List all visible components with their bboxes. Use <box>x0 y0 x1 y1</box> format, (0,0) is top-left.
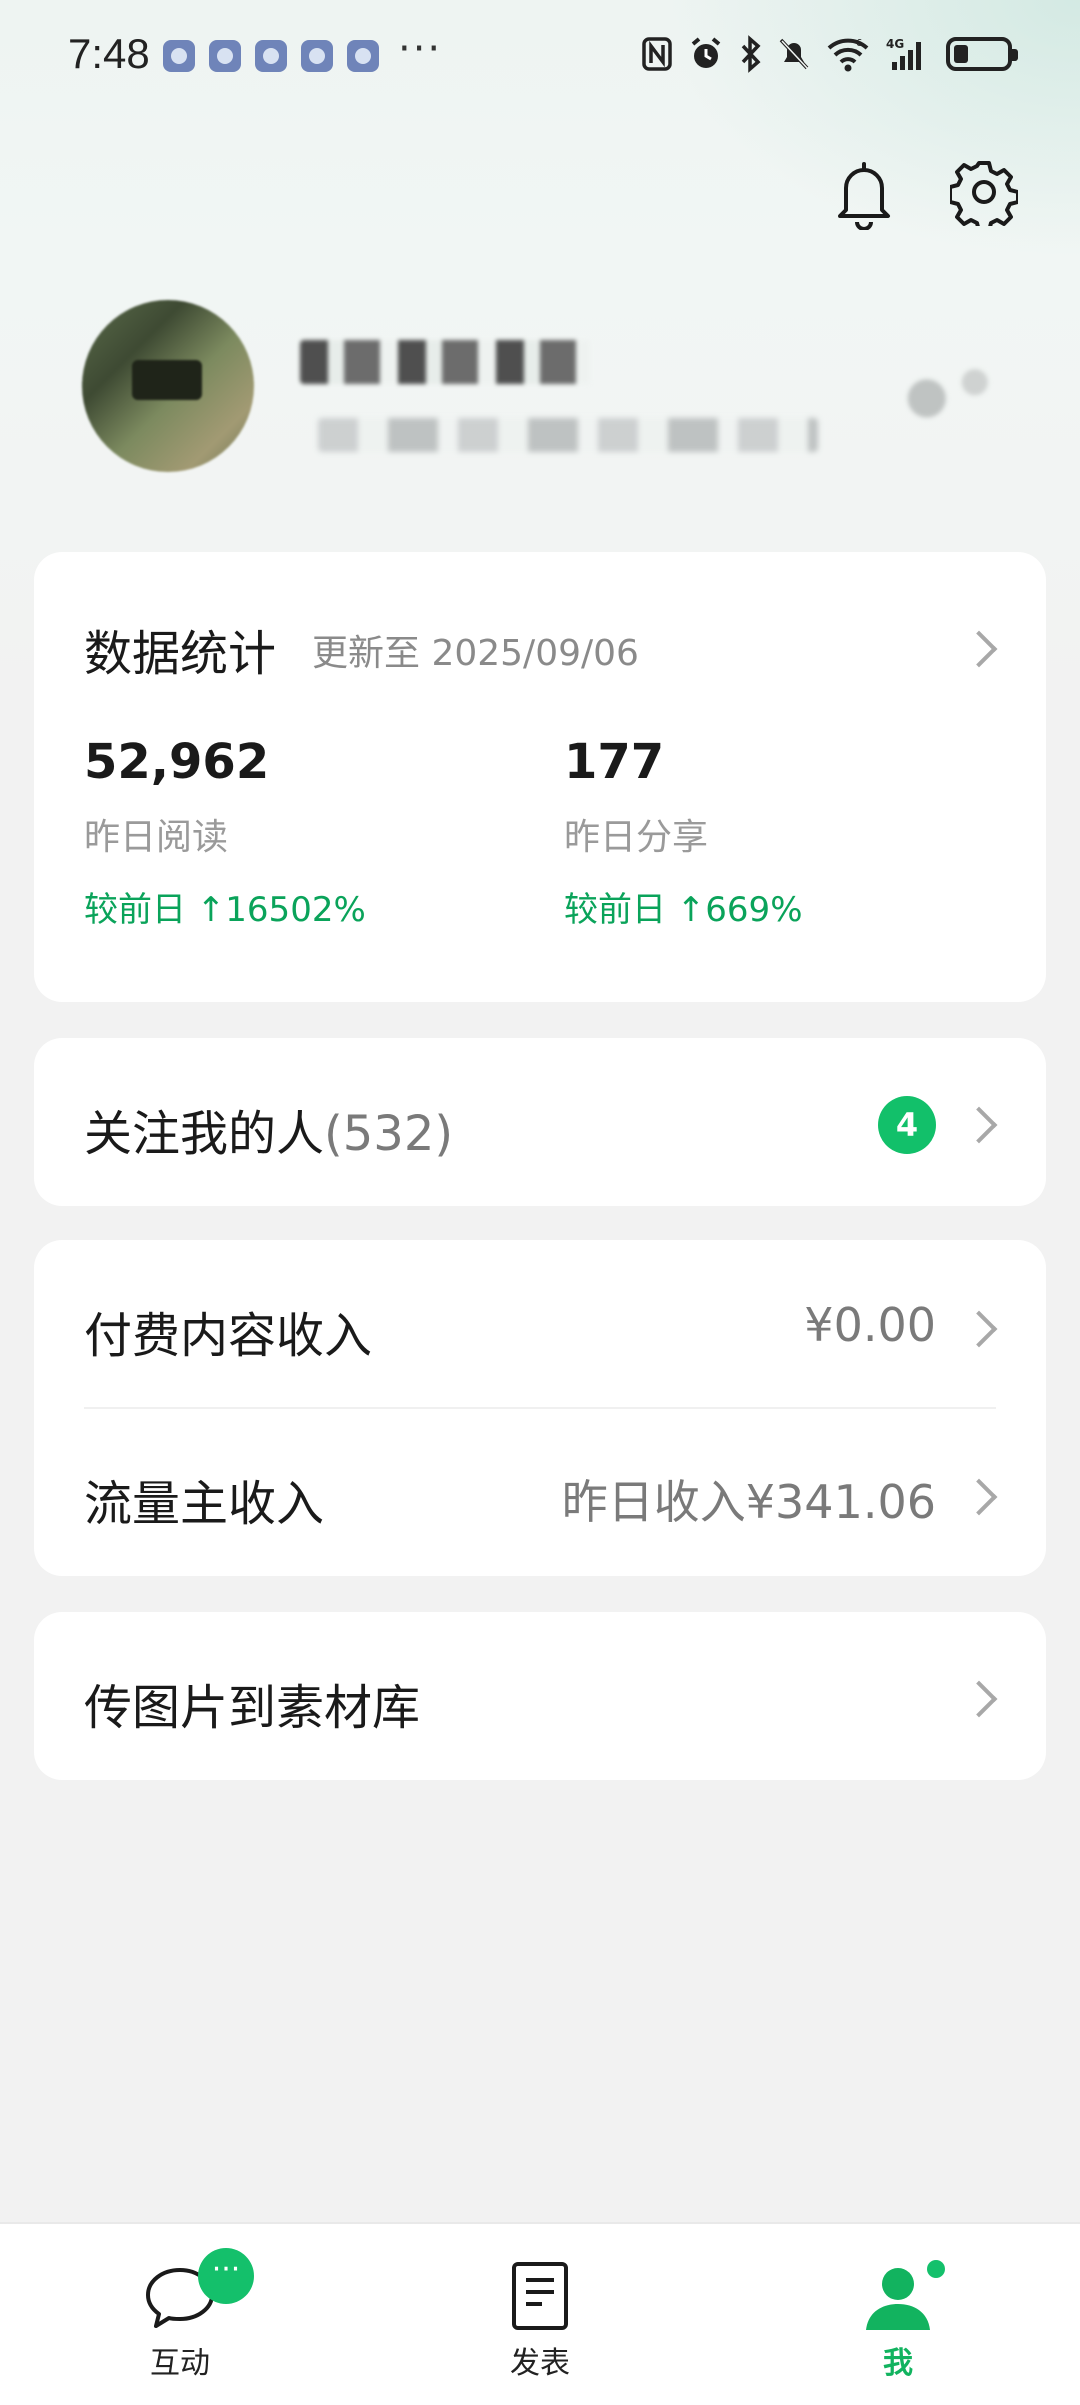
bell-icon[interactable] <box>832 158 896 230</box>
app-notification-icon <box>255 40 287 72</box>
battery-icon <box>946 37 1018 71</box>
app-notification-icon <box>163 40 195 72</box>
cellular-signal-icon: 4G <box>886 37 921 70</box>
chevron-right-icon <box>960 1310 998 1348</box>
gear-icon[interactable] <box>950 158 1018 226</box>
chevron-right-icon <box>960 1106 998 1144</box>
followers-count: (532) <box>324 1106 454 1162</box>
app-notification-icon <box>347 40 379 72</box>
followers-row[interactable]: 关注我的人(532) 4 <box>34 1038 1046 1206</box>
chevron-right-icon <box>960 630 998 668</box>
stat-value-shares: 177 <box>564 734 665 790</box>
nav-label-interaction: 互动 <box>150 2346 210 2381</box>
avatar[interactable] <box>82 300 254 472</box>
followers-label-text: 关注我的人 <box>84 1106 325 1162</box>
traffic-income-label: 流量主收入 <box>84 1476 325 1532</box>
stat-label-shares: 昨日分享 <box>564 817 709 858</box>
stat-change-reads: 较前日 ↑16502% <box>84 890 366 930</box>
nav-me[interactable]: 我 <box>798 2224 998 2405</box>
nav-publish[interactable]: 发表 <box>440 2224 640 2405</box>
status-time: 7:48 <box>68 30 150 77</box>
app-notification-icon <box>209 40 241 72</box>
app-notification-icon <box>301 40 333 72</box>
svg-text:6: 6 <box>856 38 862 49</box>
mute-icon <box>779 38 809 70</box>
stats-card[interactable]: 数据统计 更新至 2025/09/06 52,962 昨日阅读 较前日 ↑165… <box>34 552 1046 1002</box>
account-id-redacted <box>318 418 818 452</box>
upload-label: 传图片到素材库 <box>84 1680 421 1736</box>
nav-label-publish: 发表 <box>510 2346 570 2381</box>
person-icon <box>866 2268 930 2330</box>
stats-title: 数据统计 <box>84 626 277 682</box>
username-redacted[interactable] <box>300 340 590 384</box>
traffic-income-value: 昨日收入¥341.06 <box>561 1475 936 1529</box>
profile-link-redacted[interactable] <box>898 366 994 420</box>
stats-updated-date: 更新至 2025/09/06 <box>312 633 639 674</box>
followers-label: 关注我的人(532) <box>84 1094 453 1164</box>
chevron-right-icon <box>960 1478 998 1516</box>
chevron-right-icon <box>960 1680 998 1718</box>
divider <box>84 1407 996 1409</box>
upload-to-library-row[interactable]: 传图片到素材库 <box>34 1612 1046 1780</box>
notification-dot <box>927 2260 945 2278</box>
paid-content-income-value: ¥0.00 <box>804 1298 936 1352</box>
nav-interaction[interactable]: ··· 互动 <box>80 2224 280 2405</box>
stat-value-reads: 52,962 <box>84 734 270 790</box>
nfc-icon <box>642 37 672 71</box>
wifi-icon: 6 <box>827 38 869 72</box>
system-icons: 6 4G <box>642 34 1018 74</box>
nav-label-me: 我 <box>883 2346 913 2381</box>
document-icon <box>512 2262 568 2330</box>
stat-label-reads: 昨日阅读 <box>84 817 229 858</box>
income-card: 付费内容收入 ¥0.00 流量主收入 昨日收入¥341.06 <box>34 1240 1046 1576</box>
status-bar: 7:48 ··· 6 4G <box>0 0 1080 108</box>
bluetooth-icon <box>741 35 761 73</box>
svg-text:4G: 4G <box>886 37 904 51</box>
bottom-navigation: ··· 互动 发表 我 <box>0 2222 1080 2405</box>
paid-content-income-label: 付费内容收入 <box>84 1308 373 1364</box>
battery-level <box>954 45 968 63</box>
interaction-badge: ··· <box>198 2248 254 2304</box>
new-followers-badge: 4 <box>878 1096 936 1154</box>
notification-icons <box>163 40 379 72</box>
stat-change-shares: 较前日 ↑669% <box>564 890 803 930</box>
alarm-icon <box>691 37 721 68</box>
more-notifications-icon: ··· <box>398 26 443 72</box>
